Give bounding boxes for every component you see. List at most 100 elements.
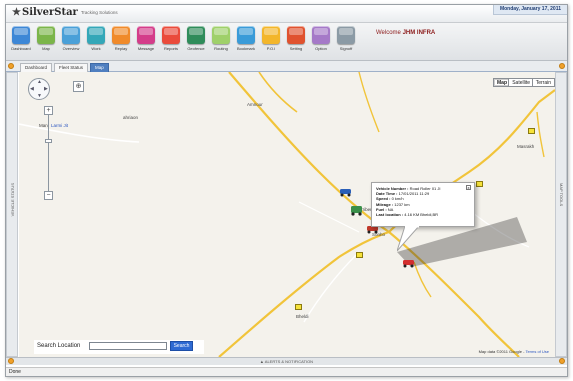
main-toolbar: Dashboard Map Overview Work Replay Message Rep…: [6, 23, 567, 61]
popup-pointer: [397, 226, 420, 252]
date-display: Monday, January 17, 2011: [492, 5, 567, 15]
collapse-bottom-right-icon[interactable]: [559, 358, 565, 364]
toolbar-bookmark-button[interactable]: Bookmark: [235, 26, 257, 58]
welcome-user: JHM INFRA: [402, 30, 436, 36]
poi-icon: [262, 26, 280, 44]
place-label: Masrakh: [517, 144, 535, 149]
collapse-bottom-left-icon[interactable]: [8, 358, 14, 364]
pan-control[interactable]: ▲ ▼ ◀ ▶: [28, 78, 50, 100]
dashboard-icon: [12, 26, 30, 44]
toolbar-routing-button[interactable]: Routing: [210, 26, 232, 58]
app-window: ★SilverStar Tracking Solutions Monday, Ja…: [5, 4, 568, 377]
option-icon: [312, 26, 330, 44]
setting-icon: [287, 26, 305, 44]
tab-fleet-status[interactable]: Fleet Status: [54, 63, 89, 72]
search-location-panel: Search Location Search: [34, 340, 204, 354]
vehicle-marker-icon[interactable]: [350, 205, 364, 217]
highway-marker: [528, 128, 535, 134]
toolbar-label: Work: [91, 46, 101, 51]
highway-marker: [295, 304, 302, 310]
tab-dashboard[interactable]: Dashboard: [20, 63, 53, 72]
replay-icon: [112, 26, 130, 44]
popup-close-button[interactable]: x: [466, 185, 471, 190]
place-label: Bheldi: [296, 314, 309, 319]
toolbar-label: Map: [42, 46, 50, 51]
toolbar-label: Bookmark: [236, 46, 255, 51]
vehicle-info-popup: x Vehicle Number : Road Roller 01 JI Dat…: [371, 182, 475, 227]
toolbar-label: Setting: [289, 46, 303, 51]
toolbar-label: Geofence: [187, 46, 205, 51]
routing-icon: [212, 26, 230, 44]
signoff-icon: [337, 26, 355, 44]
zoom-slider-thumb[interactable]: [45, 139, 52, 143]
map-icon: [37, 26, 55, 44]
toolbar-label: Routing: [214, 46, 228, 51]
search-button[interactable]: Search: [170, 341, 193, 351]
vehicle-marker-icon[interactable]: [339, 187, 353, 197]
toolbar-geofence-button[interactable]: Geofence: [185, 26, 207, 58]
place-label: Man: [39, 123, 48, 128]
search-location-input[interactable]: [89, 342, 167, 350]
zoom-out-button[interactable]: −: [44, 191, 53, 200]
vehicle-status-label: VEHICLE STATUS: [10, 183, 15, 217]
overview-icon: [62, 26, 80, 44]
toolbar-replay-button[interactable]: Replay: [110, 26, 132, 58]
toolbar-map-button[interactable]: Map: [35, 26, 57, 58]
welcome-message: Welcome JHM INFRA: [376, 30, 435, 36]
geofence-icon: [187, 26, 205, 44]
toolbar-label: Signoff: [339, 46, 353, 51]
toolbar-label: Message: [137, 46, 155, 51]
pan-down-icon[interactable]: ▼: [37, 93, 42, 99]
place-label: Larmi Jit: [51, 123, 69, 128]
place-label: Amnour: [247, 102, 263, 107]
pan-left-icon[interactable]: ◀: [30, 86, 34, 92]
toolbar-overview-button[interactable]: Overview: [60, 26, 82, 58]
toolbar-signoff-button[interactable]: Signoff: [335, 26, 357, 58]
map-data-text: Map data ©2011 Google: [478, 349, 522, 354]
map-type-satellite-button[interactable]: Satellite: [508, 78, 534, 87]
message-icon: [137, 26, 155, 44]
toolbar-label: Dashboard: [11, 46, 31, 51]
reports-icon: [162, 26, 180, 44]
toolbar-work-button[interactable]: Work: [85, 26, 107, 58]
map-tools-panel[interactable]: MAP TOOLS: [555, 72, 567, 357]
zoom-box-icon[interactable]: ⊕: [73, 81, 84, 92]
collapse-left-icon[interactable]: [8, 63, 14, 69]
collapse-right-icon[interactable]: [559, 63, 565, 69]
work-icon: [87, 26, 105, 44]
map-type-terrain-button[interactable]: Terrain: [531, 78, 555, 87]
terms-of-use-link[interactable]: Terms of Use: [525, 349, 549, 354]
popup-location: Last location : 4.16 KM Bheldi,BR: [376, 212, 439, 218]
toolbar-message-button[interactable]: Message: [135, 26, 157, 58]
header: ★SilverStar Tracking Solutions Monday, Ja…: [6, 5, 567, 23]
toolbar-label: Option: [315, 46, 327, 51]
bookmark-icon: [237, 26, 255, 44]
tab-map[interactable]: Map: [90, 63, 109, 72]
map-attribution: Map data ©2011 Google - Terms of Use: [478, 349, 549, 354]
logo-tagline: Tracking Solutions: [80, 10, 118, 15]
logo: ★SilverStar Tracking Solutions: [12, 7, 118, 18]
pan-right-icon[interactable]: ▶: [44, 86, 48, 92]
toolbar-poi-button[interactable]: P.O.I: [260, 26, 282, 58]
search-location-label: Search Location: [37, 343, 81, 349]
toolbar-label: P.O.I: [266, 46, 276, 51]
pan-up-icon[interactable]: ▲: [37, 79, 42, 85]
toolbar-setting-button[interactable]: Setting: [285, 26, 307, 58]
browser-status-bar: Done: [6, 367, 567, 376]
alerts-notification-bar[interactable]: ▲ ALERTS & NOTIFICATION: [6, 357, 567, 365]
vehicle-status-panel[interactable]: VEHICLE STATUS: [6, 72, 18, 357]
welcome-prefix: Welcome: [376, 30, 401, 36]
toolbar-option-button[interactable]: Option: [310, 26, 332, 58]
toolbar-label: Replay: [114, 46, 128, 51]
toolbar-label: Overview: [62, 46, 80, 51]
map-view[interactable]: ▲ ▼ ◀ ▶ ⊕ + − Map Satellite Terrain Amno…: [19, 72, 555, 357]
highway-marker: [356, 252, 363, 258]
zoom-slider-track[interactable]: [48, 114, 49, 191]
star-icon: ★: [12, 7, 21, 18]
vehicle-marker-icon[interactable]: [402, 258, 416, 268]
tab-row: Dashboard Fleet Status Map: [6, 61, 567, 72]
toolbar-dashboard-button[interactable]: Dashboard: [10, 26, 32, 58]
highway-marker: [476, 181, 483, 187]
place-label: ahriaon: [123, 115, 139, 120]
toolbar-reports-button[interactable]: Reports: [160, 26, 182, 58]
